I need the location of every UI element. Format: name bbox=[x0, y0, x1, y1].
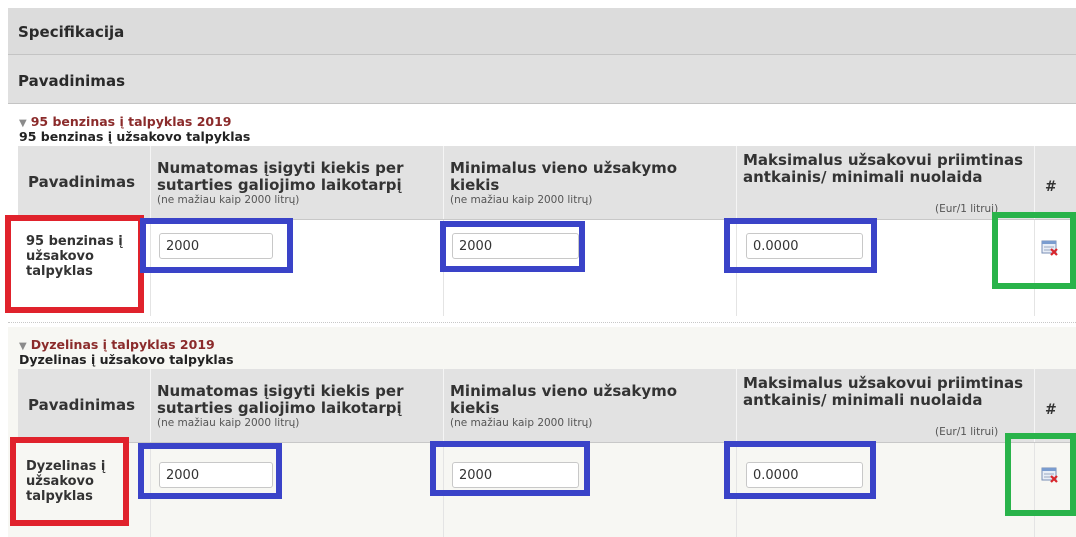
row-label: 95 benzinas į užsakovo talpyklas bbox=[26, 234, 123, 279]
collapse-triangle-icon: ▼ bbox=[19, 118, 27, 129]
min-order-input[interactable] bbox=[452, 233, 579, 259]
name-header: Pavadinimas bbox=[8, 55, 1076, 104]
table-row: Dyzelinas į užsakovo talpyklas bbox=[18, 443, 1076, 537]
quantity-input[interactable] bbox=[159, 462, 273, 488]
col-min-order-header: Minimalus vieno užsakymo kiekis (ne maži… bbox=[444, 369, 737, 442]
name-title: Pavadinimas bbox=[18, 72, 125, 90]
section-toggle-diesel[interactable]: ▼ Dyzelinas į talpyklas 2019 bbox=[19, 337, 215, 352]
table-header: Pavadinimas Numatomas įsigyti kiekis per… bbox=[18, 369, 1076, 443]
col-name-header: Pavadinimas bbox=[18, 369, 151, 442]
delete-row-icon[interactable] bbox=[1041, 240, 1059, 256]
row-label: Dyzelinas į užsakovo talpyklas bbox=[26, 459, 106, 504]
col-max-markup-header: Maksimalus užsakovui priimtinas antkaini… bbox=[737, 369, 1035, 442]
delete-row-icon[interactable] bbox=[1041, 467, 1059, 483]
table-header: Pavadinimas Numatomas įsigyti kiekis per… bbox=[18, 146, 1076, 220]
section-subtitle: Dyzelinas į užsakovo talpyklas bbox=[19, 352, 234, 367]
col-quantity-header: Numatomas įsigyti kiekis per sutarties g… bbox=[151, 369, 444, 442]
specification-title: Specifikacija bbox=[18, 23, 125, 41]
specification-header: Specifikacija bbox=[8, 8, 1076, 55]
max-markup-input[interactable] bbox=[746, 233, 863, 259]
col-quantity-header: Numatomas įsigyti kiekis per sutarties g… bbox=[151, 146, 444, 219]
min-order-input[interactable] bbox=[452, 462, 579, 488]
col-max-markup-header: Maksimalus užsakovui priimtinas antkaini… bbox=[737, 146, 1035, 219]
section-subtitle: 95 benzinas į užsakovo talpyklas bbox=[19, 129, 251, 144]
col-actions-header: # bbox=[1045, 402, 1057, 418]
section-title: Dyzelinas į talpyklas 2019 bbox=[30, 337, 215, 352]
max-markup-input[interactable] bbox=[746, 462, 863, 488]
col-name-header: Pavadinimas bbox=[18, 146, 151, 219]
section-toggle-petrol[interactable]: ▼ 95 benzinas į talpyklas 2019 bbox=[19, 114, 232, 129]
col-actions-header: # bbox=[1045, 179, 1057, 195]
col-min-order-header: Minimalus vieno užsakymo kiekis (ne maži… bbox=[444, 146, 737, 219]
specification-panel: Specifikacija Pavadinimas ▼ 95 benzinas į… bbox=[8, 8, 1076, 537]
section-diesel: ▼ Dyzelinas į talpyklas 2019 Dyzelinas į … bbox=[8, 327, 1076, 537]
section-title: 95 benzinas į talpyklas 2019 bbox=[30, 114, 232, 129]
section-petrol: ▼ 95 benzinas į talpyklas 2019 95 benzina… bbox=[8, 104, 1076, 323]
quantity-input[interactable] bbox=[159, 233, 273, 259]
table-row: 95 benzinas į užsakovo talpyklas bbox=[18, 220, 1076, 316]
collapse-triangle-icon: ▼ bbox=[19, 341, 27, 352]
